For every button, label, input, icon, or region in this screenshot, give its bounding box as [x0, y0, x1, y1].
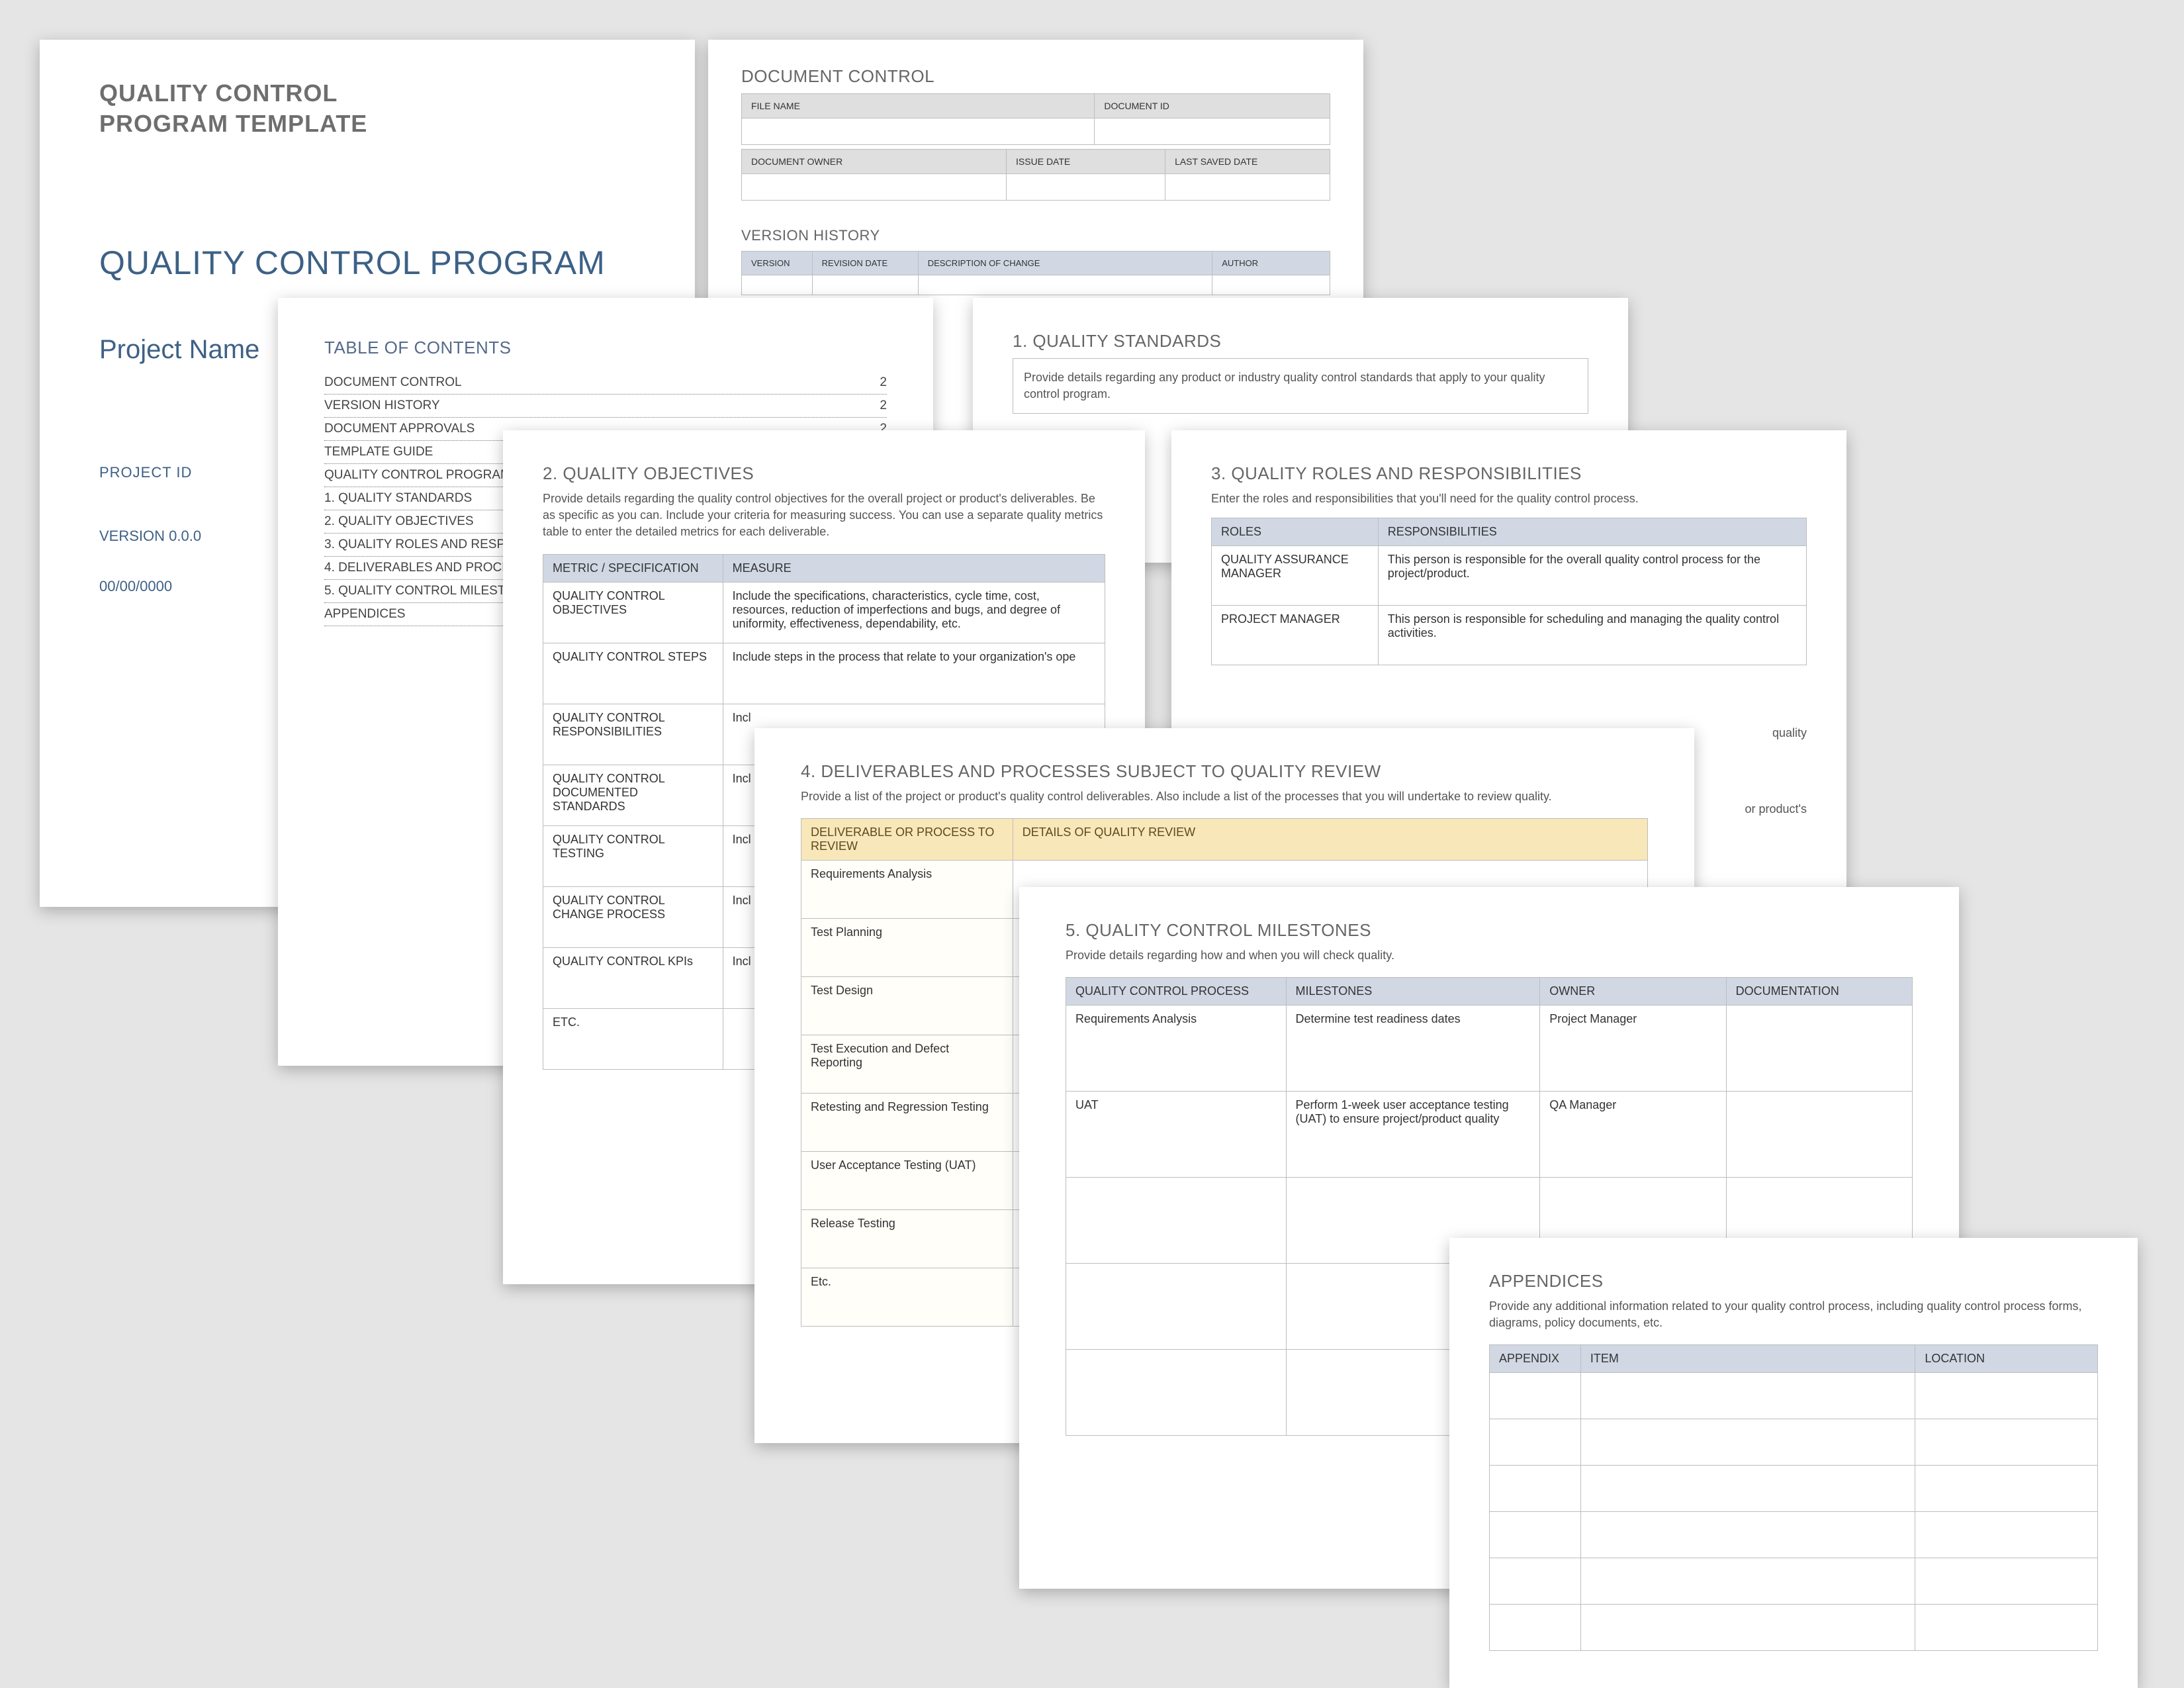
roles-title: 3. QUALITY ROLES AND RESPONSIBILITIES — [1211, 463, 1807, 484]
th-measure: MEASURE — [723, 554, 1105, 582]
doc-control-table-2: DOCUMENT OWNER ISSUE DATE LAST SAVED DAT… — [741, 149, 1330, 201]
th-saved: LAST SAVED DATE — [1165, 150, 1330, 174]
table-row: Requirements AnalysisDetermine test read… — [1066, 1006, 1913, 1092]
th-appendix: APPENDIX — [1490, 1345, 1581, 1373]
version-history-title: VERSION HISTORY — [741, 227, 1330, 244]
table-row — [1490, 1419, 2098, 1466]
th-vh-desc: DESCRIPTION OF CHANGE — [918, 252, 1212, 275]
th-milestone: OWNER — [1540, 978, 1726, 1006]
th-del-2: DETAILS OF QUALITY REVIEW — [1013, 819, 1647, 861]
table-row: QUALITY CONTROL STEPSInclude steps in th… — [543, 643, 1105, 704]
th-appendix: LOCATION — [1915, 1345, 2098, 1373]
objectives-title: 2. QUALITY OBJECTIVES — [543, 463, 1105, 484]
version-history-table: VERSION REVISION DATE DESCRIPTION OF CHA… — [741, 251, 1330, 295]
th-vh-version: VERSION — [742, 252, 813, 275]
th-file-name: FILE NAME — [742, 94, 1095, 118]
standards-desc: Provide details regarding any product or… — [1024, 369, 1577, 402]
table-row — [1490, 1605, 2098, 1651]
cover-title-line1: QUALITY CONTROL — [99, 79, 635, 107]
th-metric: METRIC / SPECIFICATION — [543, 554, 723, 582]
table-row — [1490, 1466, 2098, 1512]
toc-item: VERSION HISTORY2 — [324, 395, 887, 418]
th-milestone: DOCUMENTATION — [1726, 978, 1912, 1006]
deliverables-desc: Provide a list of the project or product… — [801, 788, 1648, 805]
th-owner: DOCUMENT OWNER — [742, 150, 1007, 174]
th-doc-id: DOCUMENT ID — [1095, 94, 1330, 118]
milestones-desc: Provide details regarding how and when y… — [1066, 947, 1913, 964]
page-appendices: APPENDICES Provide any additional inform… — [1449, 1238, 2138, 1688]
standards-title: 1. QUALITY STANDARDS — [1013, 331, 1588, 352]
appendices-desc: Provide any additional information relat… — [1489, 1298, 2098, 1331]
roles-table: ROLES RESPONSIBILITIES QUALITY ASSURANCE… — [1211, 518, 1807, 665]
th-milestone: QUALITY CONTROL PROCESS — [1066, 978, 1287, 1006]
th-milestone: MILESTONES — [1286, 978, 1540, 1006]
th-issue: ISSUE DATE — [1007, 150, 1165, 174]
table-row — [1490, 1373, 2098, 1419]
table-row: PROJECT MANAGERThis person is responsibl… — [1212, 606, 1807, 665]
table-row: UATPerform 1-week user acceptance testin… — [1066, 1092, 1913, 1178]
doc-control-table-1: FILE NAME DOCUMENT ID — [741, 93, 1330, 145]
milestones-title: 5. QUALITY CONTROL MILESTONES — [1066, 920, 1913, 941]
cover-title-line2: PROGRAM TEMPLATE — [99, 110, 635, 138]
table-row — [1490, 1558, 2098, 1605]
appendices-table: APPENDIXITEMLOCATION — [1489, 1344, 2098, 1651]
th-vh-revdate: REVISION DATE — [812, 252, 918, 275]
doc-control-title: DOCUMENT CONTROL — [741, 66, 1330, 87]
toc-item: DOCUMENT CONTROL2 — [324, 371, 887, 395]
appendices-title: APPENDICES — [1489, 1271, 2098, 1291]
deliverables-title: 4. DELIVERABLES AND PROCESSES SUBJECT TO… — [801, 761, 1648, 782]
th-appendix: ITEM — [1580, 1345, 1915, 1373]
th-del-1: DELIVERABLE OR PROCESS TO REVIEW — [801, 819, 1013, 861]
th-roles: ROLES — [1212, 518, 1379, 546]
th-resp: RESPONSIBILITIES — [1378, 518, 1806, 546]
table-row: QUALITY ASSURANCE MANAGERThis person is … — [1212, 546, 1807, 606]
objectives-desc: Provide details regarding the quality co… — [543, 491, 1105, 541]
table-row: QUALITY CONTROL OBJECTIVESInclude the sp… — [543, 582, 1105, 643]
th-vh-author: AUTHOR — [1212, 252, 1330, 275]
cover-heading: QUALITY CONTROL PROGRAM — [99, 244, 635, 282]
table-row — [1490, 1512, 2098, 1558]
toc-title: TABLE OF CONTENTS — [324, 338, 887, 358]
roles-desc: Enter the roles and responsibilities tha… — [1211, 491, 1807, 507]
